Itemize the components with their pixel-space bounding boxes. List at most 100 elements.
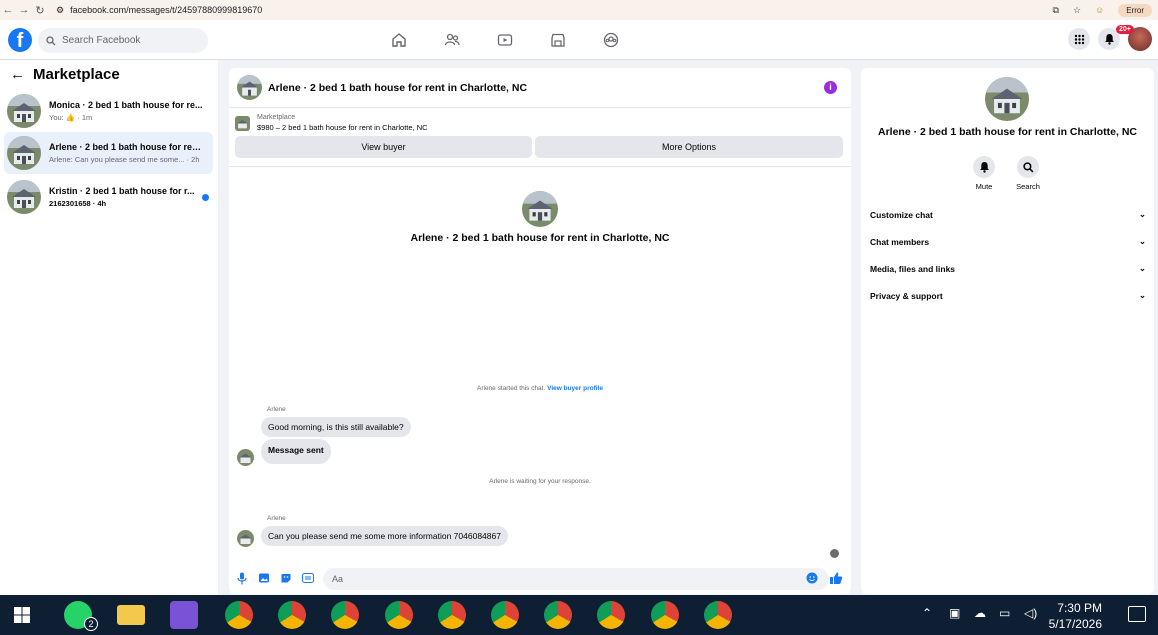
reload-icon[interactable]: ↻ bbox=[32, 4, 48, 17]
message-bubble[interactable]: Can you please send me some more informa… bbox=[261, 526, 508, 546]
conversation-title: Monica · 2 bed 1 bath house for re... bbox=[49, 100, 203, 110]
chat-started-notice: Arlene started this chat. View buyer pro… bbox=[229, 385, 851, 392]
search-label: Search bbox=[1016, 182, 1040, 191]
menu-grid-icon[interactable] bbox=[1068, 28, 1090, 50]
install-icon[interactable]: ⧉ bbox=[1053, 5, 1059, 16]
preview-prefix: You: bbox=[49, 113, 64, 122]
listing-thumbnail bbox=[235, 115, 250, 131]
conversation-preview: Arlene: Can you please send me some... ·… bbox=[49, 155, 200, 164]
photo-icon[interactable] bbox=[257, 571, 271, 585]
groups-icon[interactable] bbox=[598, 26, 624, 54]
notification-center-icon[interactable] bbox=[1128, 606, 1146, 622]
search-bar[interactable]: Search Facebook bbox=[38, 28, 208, 53]
view-buyer-button[interactable]: View buyer bbox=[235, 136, 532, 158]
chat-header: Arlene · 2 bed 1 bath house for rent in … bbox=[229, 68, 851, 108]
seen-avatar bbox=[830, 549, 839, 558]
conversation-item-monica[interactable]: Monica · 2 bed 1 bath house for re... Yo… bbox=[4, 90, 213, 132]
mute-action[interactable]: Mute bbox=[964, 156, 1004, 191]
site-info-icon[interactable]: ⚙ bbox=[56, 5, 64, 16]
chat-avatar[interactable] bbox=[237, 75, 262, 100]
sender-avatar bbox=[237, 449, 254, 466]
message-input[interactable]: Aa bbox=[323, 568, 829, 590]
clock[interactable]: 7:30 PM 5/17/2026 bbox=[1049, 600, 1102, 632]
info-icon[interactable]: i bbox=[824, 81, 837, 94]
thumbs-up-send-icon[interactable] bbox=[829, 571, 843, 585]
message-bubble[interactable]: Good morning, is this still available? bbox=[261, 417, 411, 437]
file-explorer-icon[interactable] bbox=[117, 605, 145, 625]
unread-dot bbox=[202, 194, 209, 201]
url-text: facebook.com/messages/t/2459788099981967… bbox=[70, 5, 263, 15]
chat-panel: Arlene · 2 bed 1 bath house for rent in … bbox=[229, 68, 851, 594]
more-options-button[interactable]: More Options bbox=[535, 136, 843, 158]
marketplace-icon[interactable] bbox=[545, 26, 571, 54]
friends-icon[interactable] bbox=[439, 26, 465, 54]
listing-text[interactable]: $980 – 2 bed 1 bath house for rent in Ch… bbox=[257, 123, 428, 132]
details-title: Arlene · 2 bed 1 bath house for rent in … bbox=[877, 126, 1138, 138]
emoji-icon[interactable] bbox=[805, 571, 819, 585]
chrome-icon[interactable] bbox=[651, 601, 679, 629]
notification-badge: 20+ bbox=[1116, 25, 1134, 34]
gif-icon[interactable] bbox=[301, 571, 315, 585]
listing-summary: Marketplace $980 – 2 bed 1 bath house fo… bbox=[229, 108, 851, 132]
chat-action-buttons: View buyer More Options bbox=[229, 132, 851, 158]
meet-now-icon[interactable]: ▣ bbox=[949, 606, 960, 620]
chat-members-section[interactable]: Chat members ⌄ bbox=[870, 236, 1146, 247]
search-action[interactable]: Search bbox=[1008, 156, 1048, 191]
customize-chat-section[interactable]: Customize chat ⌄ bbox=[870, 209, 1146, 220]
chrome-icon[interactable] bbox=[331, 601, 359, 629]
media-files-links-section[interactable]: Media, files and links ⌄ bbox=[870, 263, 1146, 274]
waiting-notice: Arlene is waiting for your response. bbox=[489, 478, 591, 485]
watch-icon[interactable] bbox=[492, 26, 518, 54]
facebook-logo[interactable]: f bbox=[8, 28, 32, 52]
details-avatar bbox=[985, 77, 1029, 121]
chat-intro-avatar bbox=[522, 191, 558, 227]
error-pill[interactable]: Error bbox=[1118, 3, 1152, 17]
search-placeholder: Search Facebook bbox=[62, 35, 141, 46]
chrome-icon[interactable] bbox=[438, 601, 466, 629]
chrome-icon[interactable] bbox=[385, 601, 413, 629]
clipchamp-icon[interactable] bbox=[170, 601, 198, 629]
privacy-support-section[interactable]: Privacy & support ⌄ bbox=[870, 290, 1146, 301]
view-buyer-profile-link[interactable]: View buyer profile bbox=[547, 385, 603, 392]
profile-icon[interactable]: ☺ bbox=[1095, 5, 1104, 15]
sticker-icon[interactable] bbox=[279, 571, 293, 585]
search-icon bbox=[1017, 156, 1039, 178]
bookmark-star-icon[interactable]: ☆ bbox=[1073, 5, 1081, 16]
mute-label: Mute bbox=[975, 182, 993, 191]
back-arrow-icon[interactable]: ← bbox=[0, 4, 16, 16]
address-bar[interactable]: ⚙ facebook.com/messages/t/24597880999819… bbox=[56, 5, 262, 16]
house-thumbnail bbox=[7, 180, 41, 214]
chevron-down-icon: ⌄ bbox=[1138, 290, 1146, 300]
marketplace-label: Marketplace bbox=[257, 114, 296, 121]
chrome-icon[interactable] bbox=[225, 601, 253, 629]
conversation-item-arlene[interactable]: Arlene · 2 bed 1 bath house for ren... A… bbox=[4, 132, 213, 174]
chrome-icon[interactable] bbox=[544, 601, 572, 629]
network-icon[interactable]: ▭ bbox=[999, 606, 1010, 620]
volume-icon[interactable]: ◁) bbox=[1024, 606, 1037, 620]
chevron-up-icon[interactable]: ⌃ bbox=[922, 606, 932, 620]
windows-start-icon[interactable] bbox=[14, 607, 30, 628]
windows-taskbar: 2 ⌃ ▣ ☁ ▭ ◁) 7:30 PM 5/17/2026 bbox=[0, 595, 1158, 635]
conversation-preview: You: 👍 · 1m bbox=[49, 113, 204, 122]
chrome-icon[interactable] bbox=[597, 601, 625, 629]
message-bubble-sent[interactable]: Message sent bbox=[261, 439, 331, 464]
section-label: Media, files and links bbox=[870, 263, 956, 274]
section-label: Privacy & support bbox=[870, 290, 943, 301]
chevron-down-icon: ⌄ bbox=[1138, 263, 1146, 273]
forward-arrow-icon[interactable]: → bbox=[16, 4, 32, 16]
microphone-icon[interactable] bbox=[235, 571, 249, 585]
chrome-icon[interactable] bbox=[491, 601, 519, 629]
preview-suffix: · 1m bbox=[77, 113, 93, 122]
house-thumbnail bbox=[7, 136, 41, 170]
conversation-item-kristin[interactable]: Kristin · 2 bed 1 bath house for r... 21… bbox=[4, 176, 213, 218]
chat-title[interactable]: Arlene · 2 bed 1 bath house for rent in … bbox=[268, 82, 527, 94]
chat-details-panel: Arlene · 2 bed 1 bath house for rent in … bbox=[861, 68, 1154, 594]
conversation-preview: 2162301658 · 4h bbox=[49, 199, 107, 208]
back-arrow-icon[interactable]: ← bbox=[10, 66, 25, 83]
chrome-icon[interactable] bbox=[278, 601, 306, 629]
chrome-icon[interactable] bbox=[704, 601, 732, 629]
house-thumbnail bbox=[7, 94, 41, 128]
onedrive-icon[interactable]: ☁ bbox=[974, 606, 986, 620]
home-icon[interactable] bbox=[386, 26, 412, 54]
clock-time: 7:30 PM bbox=[1057, 601, 1102, 615]
